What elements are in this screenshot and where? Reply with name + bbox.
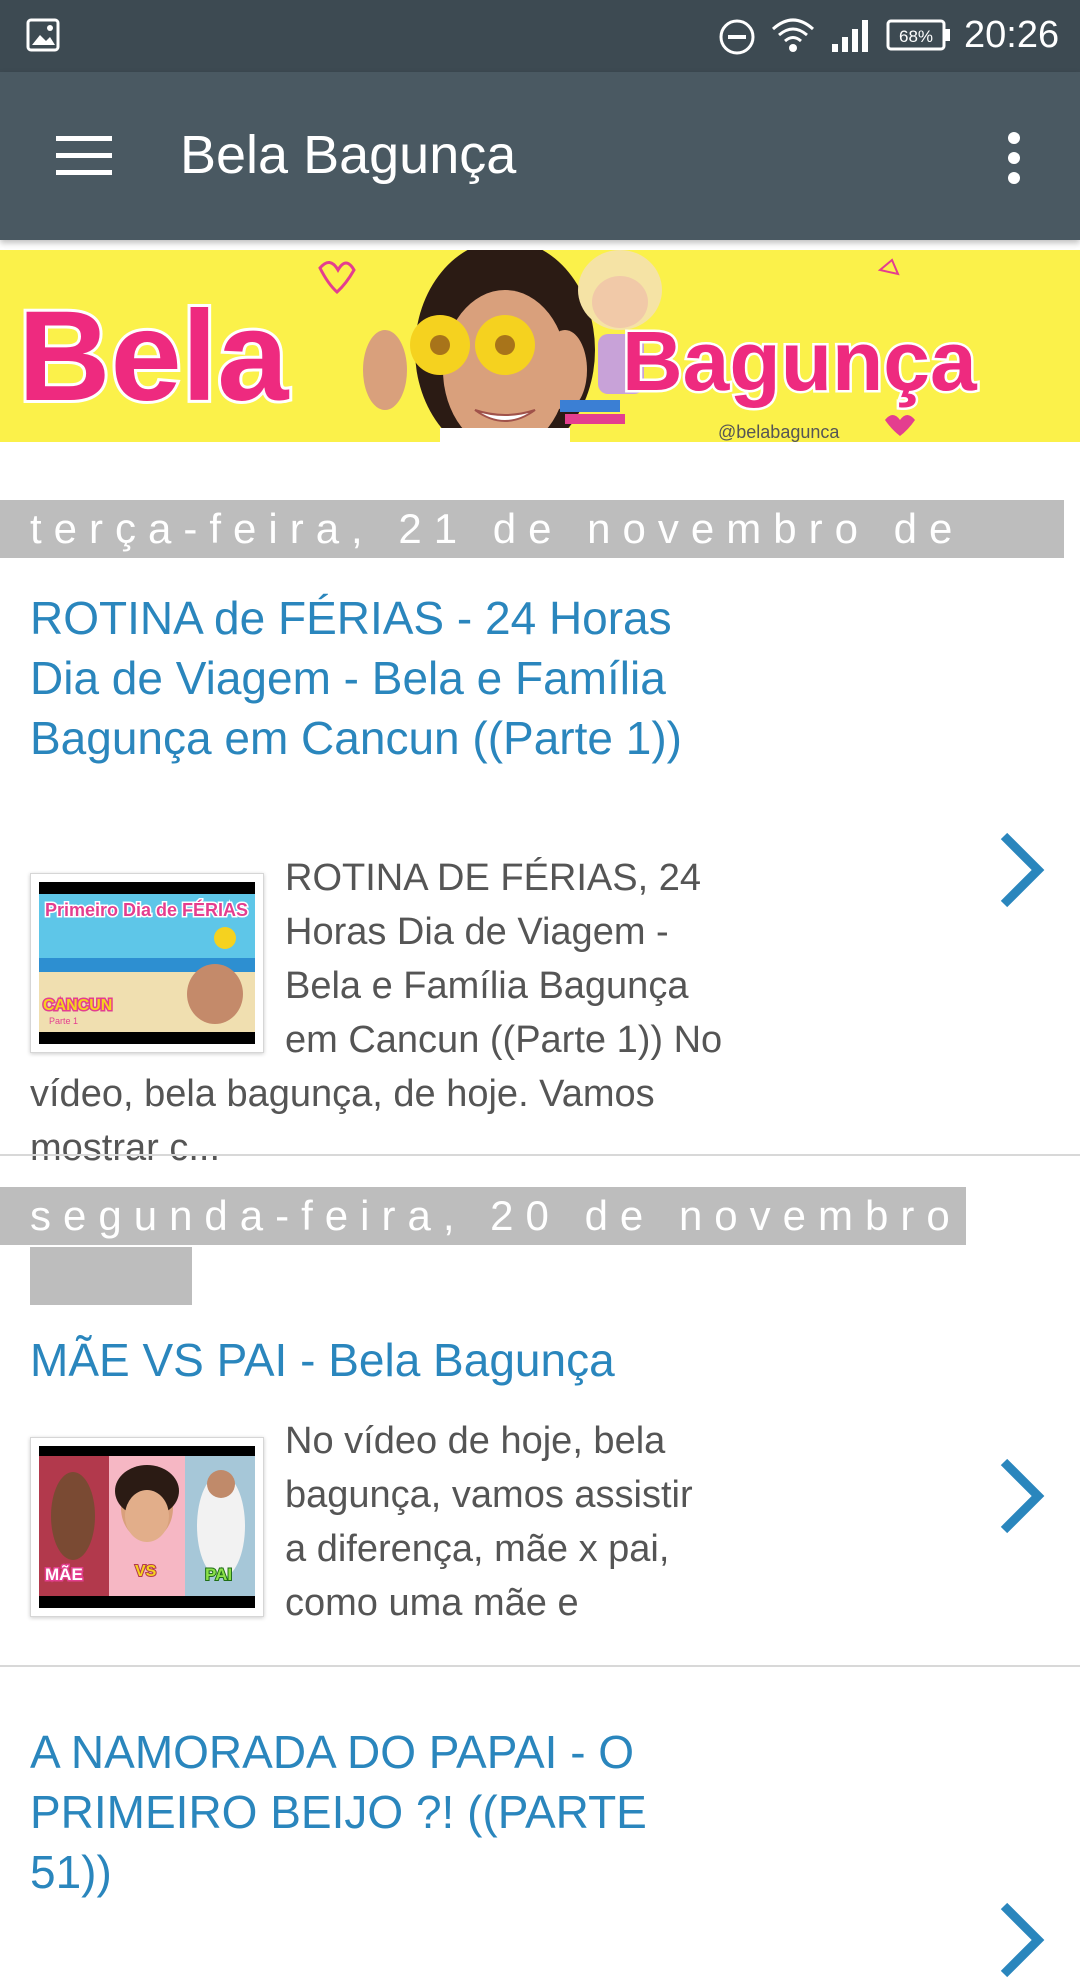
post-title-link[interactable]: MÃE VS PAI - Bela Bagunça <box>30 1330 730 1390</box>
app-bar: Bela Bagunça <box>0 72 1080 240</box>
status-bar: 68% 20:26 <box>0 0 1080 72</box>
flower-right <box>475 315 535 375</box>
chevron-right-icon[interactable] <box>996 1900 1046 1980</box>
post-date-header: terça-feira, 21 de novembro de 2017 <box>0 500 1064 610</box>
more-vert-icon[interactable] <box>1000 130 1028 186</box>
app-title: Bela Bagunça <box>180 125 517 185</box>
banner-word-1: Bela <box>18 285 289 428</box>
post-title-link[interactable]: ROTINA de FÉRIAS - 24 Horas Dia de Viage… <box>30 588 750 768</box>
post-excerpt: ROTINA DE FÉRIAS, 24 Horas Dia de Viagem… <box>30 851 980 1175</box>
post-date-header-overflow <box>30 1247 192 1305</box>
do-not-disturb-icon <box>719 19 755 55</box>
banner-handle: @belabagunca <box>718 422 840 442</box>
post-title-link[interactable]: A NAMORADA DO PAPAI - O PRIMEIRO BEIJO ?… <box>30 1722 710 1902</box>
banner-image: Bela Bagunça @belabagunca <box>0 250 1080 442</box>
signal-icon <box>832 20 868 52</box>
thumbnail-spacer <box>30 851 285 1067</box>
clock: 20:26 <box>964 14 1060 56</box>
post-date-header: segunda-feira, 20 de novembro de 2017 <box>0 1187 966 1297</box>
battery-icon: 68% <box>886 19 950 51</box>
hamburger-menu-icon[interactable] <box>56 134 112 178</box>
battery-percent: 68% <box>899 27 933 46</box>
blog-header-banner: Bela Bagunça @belabagunca <box>0 250 1080 442</box>
post-excerpt: No vídeo de hoje, bela bagunça, vamos as… <box>30 1414 980 1630</box>
chevron-right-icon[interactable] <box>996 1456 1046 1536</box>
banner-word-2: Bagunça <box>622 314 978 408</box>
flower-left <box>410 315 470 375</box>
image-icon <box>26 18 60 52</box>
thumbnail-spacer <box>30 1414 285 1630</box>
post-divider <box>0 1665 1080 1667</box>
wifi-icon <box>771 18 815 52</box>
chevron-right-icon[interactable] <box>996 830 1046 910</box>
post-divider <box>0 1154 1080 1156</box>
